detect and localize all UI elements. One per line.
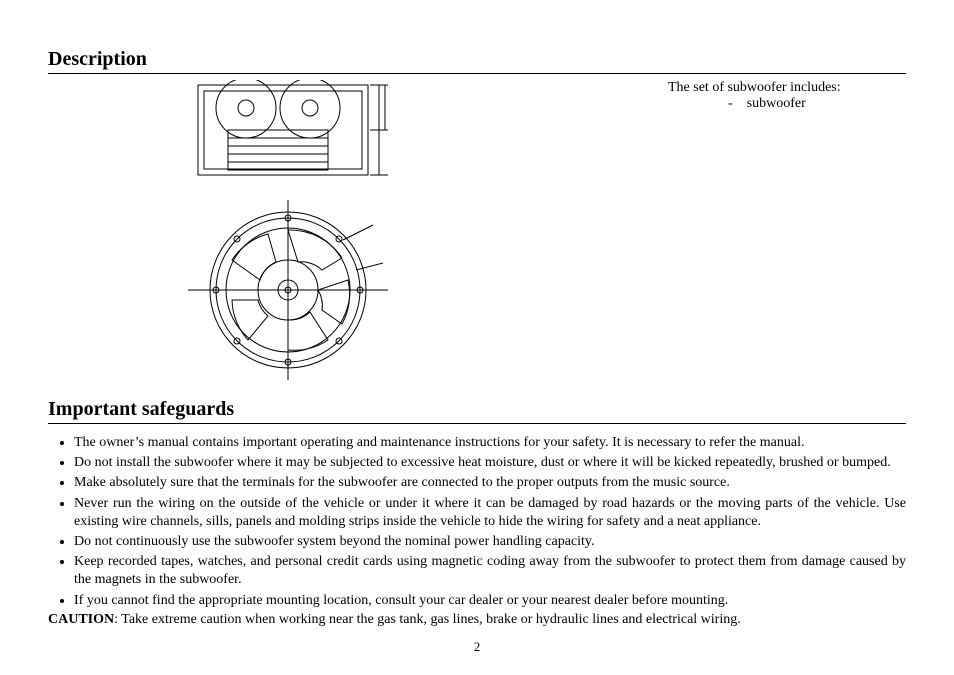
subwoofer-front-diagram <box>188 200 388 380</box>
caution-line: CAUTION: Take extreme caution when worki… <box>48 612 906 628</box>
list-item: Do not install the subwoofer where it ma… <box>74 454 906 472</box>
list-item: If you cannot find the appropriate mount… <box>74 592 906 610</box>
list-item: Make absolutely sure that the terminals … <box>74 474 906 492</box>
list-item: Keep recorded tapes, watches, and person… <box>74 553 906 589</box>
description-rule <box>48 73 906 74</box>
list-item: Never run the wiring on the outside of t… <box>74 495 906 531</box>
page-number: 2 <box>0 639 954 655</box>
subwoofer-enclosure-diagram <box>188 80 408 190</box>
includes-item-text: subwoofer <box>747 96 806 111</box>
safeguards-rule <box>48 423 906 424</box>
caution-text: : Take extreme caution when working near… <box>114 612 741 627</box>
includes-item: - subwoofer <box>668 96 906 112</box>
diagram-column <box>48 80 588 380</box>
caution-label: CAUTION <box>48 612 114 627</box>
safeguards-heading: Important safeguards <box>48 398 906 421</box>
description-row: The set of subwoofer includes: - subwoof… <box>48 80 906 380</box>
description-text-column: The set of subwoofer includes: - subwoof… <box>588 80 906 112</box>
list-item: Do not continuously use the subwoofer sy… <box>74 533 906 551</box>
list-item: The owner’s manual contains important op… <box>74 434 906 452</box>
safeguards-list: The owner’s manual contains important op… <box>48 434 906 610</box>
includes-line: The set of subwoofer includes: <box>668 80 906 96</box>
description-heading: Description <box>48 48 906 71</box>
includes-item-dash: - <box>728 96 733 111</box>
page: Description <box>0 0 954 675</box>
